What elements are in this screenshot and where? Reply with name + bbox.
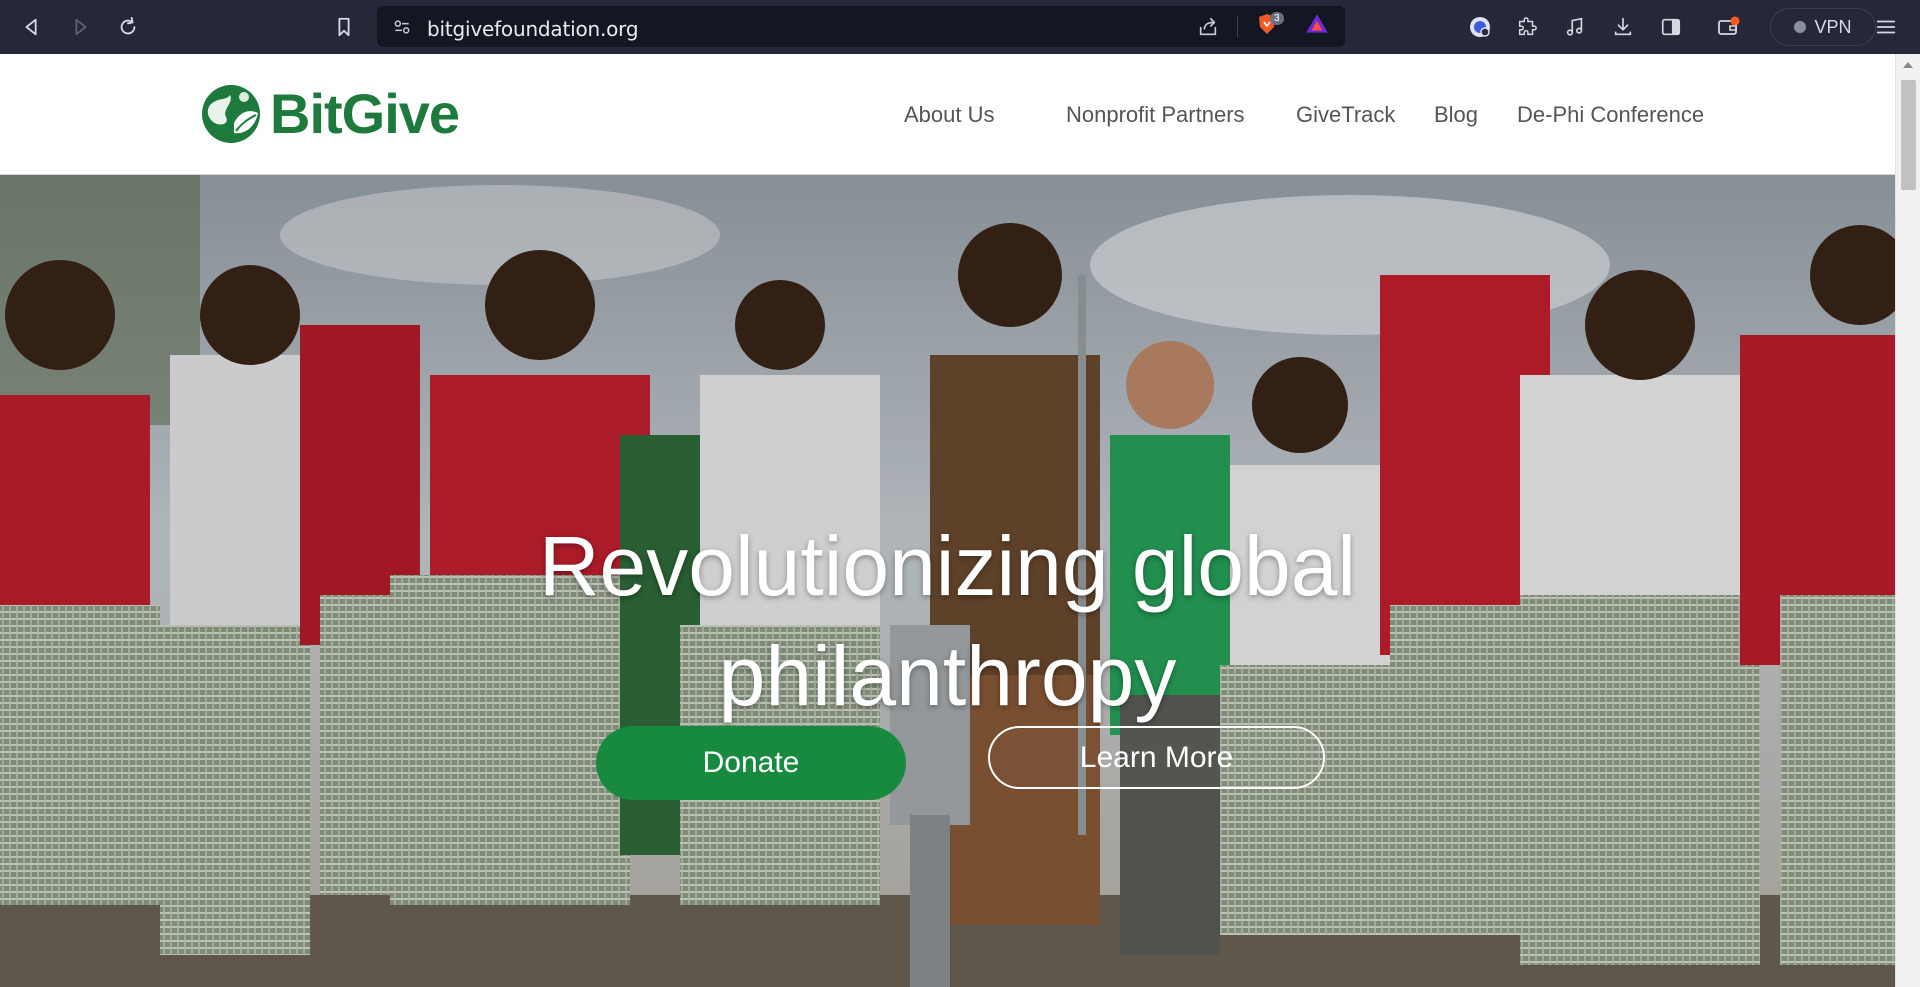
page-viewport: BitGive About Us Nonprofit Partners Give… (0, 54, 1920, 987)
nav-nonprofit-partners[interactable]: Nonprofit Partners (1066, 102, 1245, 128)
divider (1237, 16, 1238, 38)
back-icon[interactable] (16, 11, 48, 43)
scroll-up-arrow-icon[interactable] (1903, 62, 1913, 68)
share-icon[interactable] (1195, 14, 1221, 40)
donate-button[interactable]: Donate (596, 726, 906, 800)
page-scrollbar[interactable] (1895, 54, 1920, 987)
hero-headline-line2: philanthropy (718, 629, 1177, 723)
vpn-label: VPN (1814, 16, 1852, 37)
logo-wordmark: BitGive (270, 82, 460, 145)
nav-de-phi-conference[interactable]: De-Phi Conference (1517, 102, 1704, 128)
url-text[interactable]: bitgivefoundation.org (427, 17, 639, 41)
brave-rewards-icon[interactable] (1303, 10, 1331, 38)
extensions-icon[interactable] (1513, 13, 1541, 41)
bookmark-icon[interactable] (328, 11, 360, 43)
menu-icon[interactable] (1872, 13, 1900, 41)
reload-icon[interactable] (112, 11, 144, 43)
nav-about-us[interactable]: About Us (904, 102, 995, 128)
hero-headline-line1: Revolutionizing global (538, 519, 1357, 613)
browser-toolbar: bitgivefoundation.org 3 VPN (0, 0, 1920, 54)
nav-blog[interactable]: Blog (1434, 102, 1478, 128)
learn-more-button[interactable]: Learn More (988, 726, 1325, 789)
downloads-icon[interactable] (1609, 13, 1637, 41)
scroll-thumb[interactable] (1901, 80, 1916, 190)
bitgive-logo[interactable]: BitGive (200, 82, 460, 146)
vpn-status-icon (1794, 21, 1807, 33)
address-bar[interactable]: bitgivefoundation.org (377, 6, 1345, 47)
forward-icon[interactable] (64, 11, 96, 43)
media-icon[interactable] (1561, 13, 1589, 41)
globe-leaf-icon (202, 85, 260, 143)
wallet-icon[interactable] (1714, 13, 1742, 41)
sidebar-icon[interactable] (1657, 13, 1685, 41)
shields-count-badge: 3 (1270, 12, 1284, 25)
nav-givetrack[interactable]: GiveTrack (1296, 102, 1395, 128)
profile-icon[interactable] (1466, 13, 1494, 41)
vpn-button[interactable]: VPN (1770, 8, 1876, 46)
hero-section: Revolutionizing global philanthropy Dona… (0, 175, 1895, 987)
site-header: BitGive About Us Nonprofit Partners Give… (0, 54, 1895, 175)
site-settings-icon[interactable] (389, 14, 415, 40)
